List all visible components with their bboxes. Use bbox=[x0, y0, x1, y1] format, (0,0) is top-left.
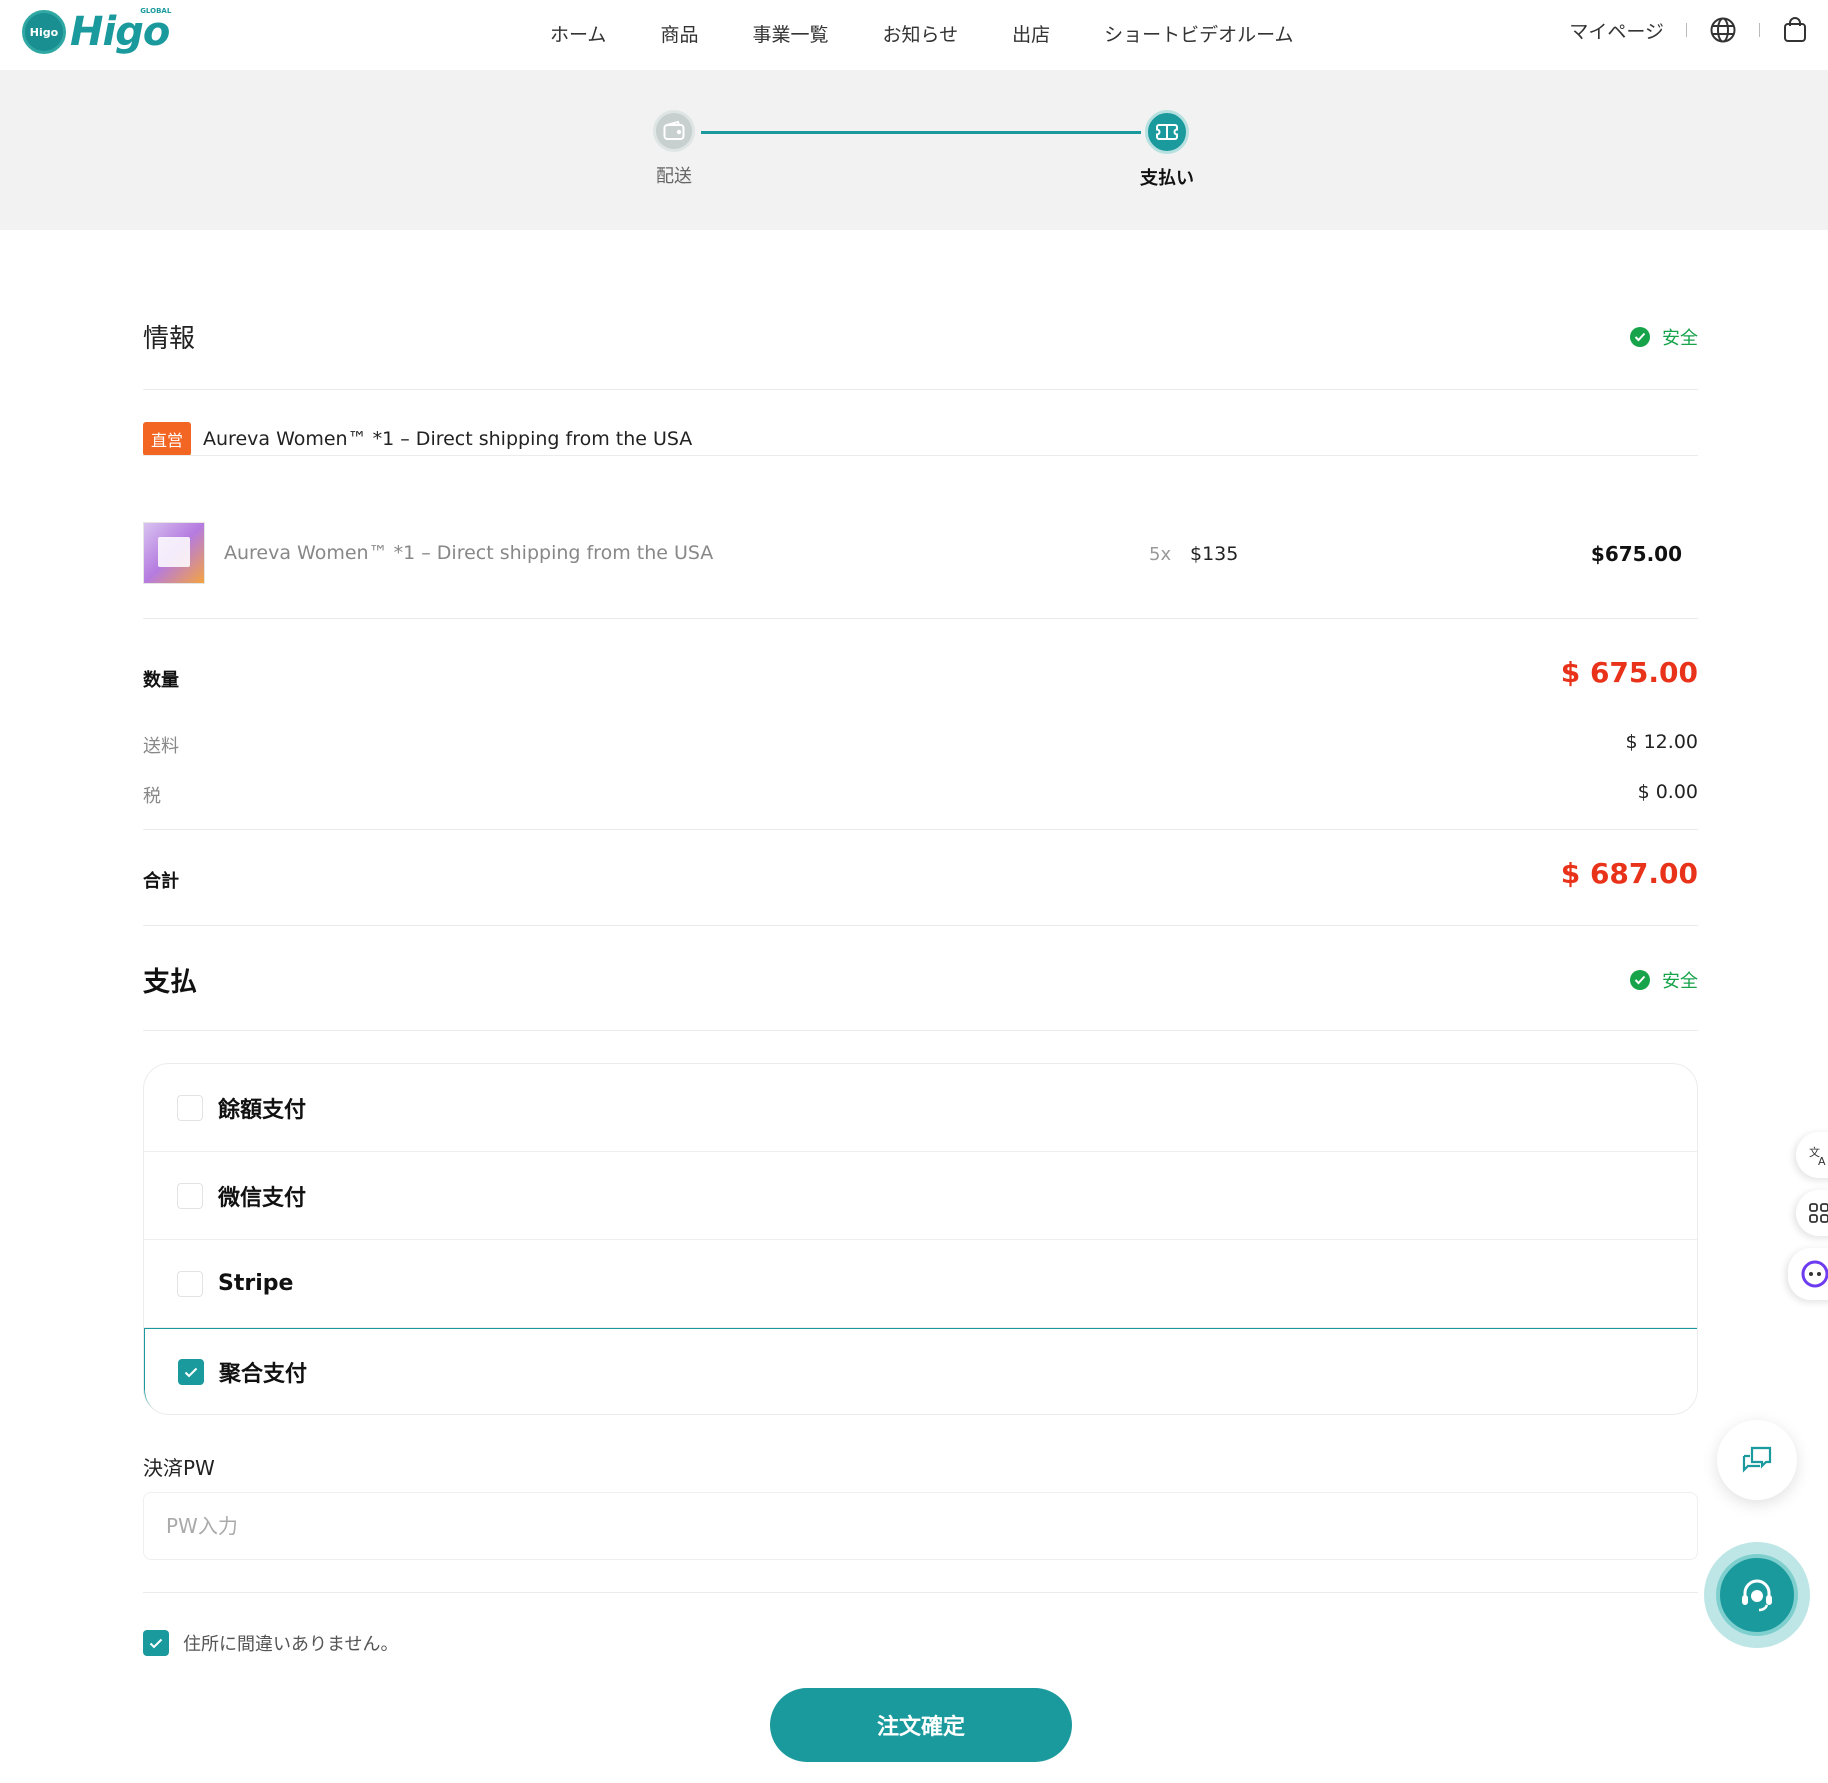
header-separator bbox=[1759, 23, 1760, 37]
step-payment[interactable]: 支払い bbox=[1127, 110, 1207, 190]
payment-option-wechat[interactable]: 微信支付 bbox=[144, 1152, 1697, 1240]
nav-news[interactable]: お知らせ bbox=[882, 20, 958, 47]
translate-icon[interactable]: 文A bbox=[1796, 1132, 1828, 1178]
payment-option-label: 聚合支付 bbox=[219, 1362, 308, 1387]
item-unit-price: $135 bbox=[1190, 543, 1239, 565]
tax-label: 税 bbox=[143, 786, 161, 807]
progress-line bbox=[701, 131, 1141, 134]
payment-option-stripe[interactable]: Stripe bbox=[144, 1240, 1697, 1328]
shopping-bag-icon[interactable] bbox=[1782, 16, 1808, 44]
customer-support-button[interactable] bbox=[1704, 1542, 1810, 1648]
ticket-icon bbox=[1145, 110, 1189, 154]
apps-grid-icon[interactable] bbox=[1796, 1190, 1828, 1236]
payment-option-label: 微信支付 bbox=[218, 1185, 307, 1211]
divider bbox=[143, 925, 1698, 926]
subtotal-label: 数量 bbox=[143, 670, 179, 691]
logo-wordmark: Higo GLOBAL bbox=[70, 7, 172, 55]
place-order-button[interactable]: 注文確定 bbox=[770, 1688, 1072, 1762]
divider bbox=[143, 1592, 1698, 1593]
mypage-link[interactable]: マイページ bbox=[1569, 17, 1664, 44]
payment-safe-badge: 安全 bbox=[1630, 967, 1698, 993]
headset-icon bbox=[1716, 1554, 1798, 1636]
payment-option-checkbox[interactable] bbox=[177, 1182, 203, 1209]
divider bbox=[143, 829, 1698, 830]
nav-home[interactable]: ホーム bbox=[550, 20, 606, 47]
address-confirm-checkbox[interactable] bbox=[143, 1630, 169, 1656]
item-name: Aureva Women™ *1 – Direct shipping from … bbox=[224, 542, 714, 564]
main-nav: ホーム 商品 事業一覧 お知らせ 出店 ショートビデオルーム bbox=[550, 20, 1294, 47]
seller-row: 直営 Aureva Women™ *1 – Direct shipping fr… bbox=[143, 422, 692, 456]
item-quantity: 5x bbox=[1149, 544, 1172, 565]
total-label: 合計 bbox=[143, 871, 179, 892]
svg-text:A: A bbox=[1818, 1155, 1826, 1166]
payment-option-label: Stripe bbox=[218, 1271, 294, 1296]
step-shipping-label: 配送 bbox=[656, 166, 692, 187]
payment-section-title: 支払 bbox=[143, 967, 197, 998]
nav-short-video-room[interactable]: ショートビデオルーム bbox=[1104, 20, 1293, 47]
address-confirm-label: 住所に間違いありません。 bbox=[183, 1634, 399, 1655]
product-thumbnail[interactable] bbox=[143, 522, 205, 584]
assistant-bot-icon[interactable] bbox=[1788, 1248, 1828, 1300]
info-safe-label: 安全 bbox=[1662, 328, 1698, 349]
step-payment-label: 支払い bbox=[1140, 168, 1194, 189]
nav-businesses[interactable]: 事業一覧 bbox=[752, 20, 828, 47]
payment-password-label: 決済PW bbox=[143, 1456, 215, 1480]
payment-option-balance[interactable]: 餘額支付 bbox=[144, 1064, 1697, 1152]
step-shipping[interactable]: 配送 bbox=[634, 110, 714, 188]
payment-option-checkbox[interactable] bbox=[177, 1270, 203, 1297]
order-item-row: Aureva Women™ *1 – Direct shipping from … bbox=[143, 522, 1698, 584]
payment-option-aggregate[interactable]: 聚合支付 bbox=[144, 1328, 1697, 1414]
check-circle-icon bbox=[1630, 970, 1650, 990]
payment-option-label: 餘額支付 bbox=[218, 1097, 307, 1123]
payment-option-checkbox[interactable] bbox=[177, 1094, 203, 1121]
divider bbox=[143, 455, 1698, 456]
site-logo[interactable]: Higo Higo GLOBAL bbox=[22, 7, 172, 55]
info-section-title: 情報 bbox=[143, 324, 196, 354]
address-confirm-row[interactable]: 住所に間違いありません。 bbox=[143, 1630, 398, 1656]
top-header: Higo Higo GLOBAL ホーム 商品 事業一覧 お知らせ 出店 ショー… bbox=[0, 0, 1828, 70]
checkout-progress: 配送 支払い bbox=[0, 70, 1828, 230]
tax-value: $ 0.00 bbox=[1637, 781, 1698, 803]
total-value: $ 687.00 bbox=[1560, 857, 1698, 890]
divider bbox=[143, 1030, 1698, 1031]
nav-open-store[interactable]: 出店 bbox=[1012, 20, 1050, 47]
info-safe-badge: 安全 bbox=[1630, 324, 1698, 350]
payment-option-checkbox-checked[interactable] bbox=[178, 1359, 204, 1385]
logo-global-label: GLOBAL bbox=[140, 7, 172, 15]
logo-badge-icon: Higo bbox=[22, 10, 66, 54]
check-circle-icon bbox=[1630, 327, 1650, 347]
seller-name: Aureva Women™ *1 – Direct shipping from … bbox=[203, 428, 693, 450]
subtotal-value: $ 675.00 bbox=[1560, 656, 1698, 689]
header-separator bbox=[1686, 23, 1687, 37]
payment-methods: 餘額支付 微信支付 Stripe 聚合支付 bbox=[143, 1063, 1698, 1415]
item-line-total: $675.00 bbox=[1590, 542, 1682, 566]
chat-messages-icon[interactable] bbox=[1717, 1420, 1797, 1500]
globe-icon[interactable] bbox=[1709, 16, 1737, 44]
header-actions: マイページ bbox=[1569, 16, 1808, 44]
payment-safe-label: 安全 bbox=[1662, 971, 1698, 992]
checkmark-icon bbox=[184, 1367, 198, 1377]
wallet-icon bbox=[653, 110, 695, 152]
checkmark-icon bbox=[149, 1638, 163, 1648]
payment-password-input[interactable] bbox=[143, 1492, 1698, 1560]
shipping-fee-label: 送料 bbox=[143, 736, 179, 757]
nav-products[interactable]: 商品 bbox=[660, 20, 698, 47]
divider bbox=[143, 389, 1698, 390]
shipping-fee-value: $ 12.00 bbox=[1625, 731, 1698, 753]
divider bbox=[143, 618, 1698, 619]
direct-store-badge: 直営 bbox=[143, 422, 192, 456]
